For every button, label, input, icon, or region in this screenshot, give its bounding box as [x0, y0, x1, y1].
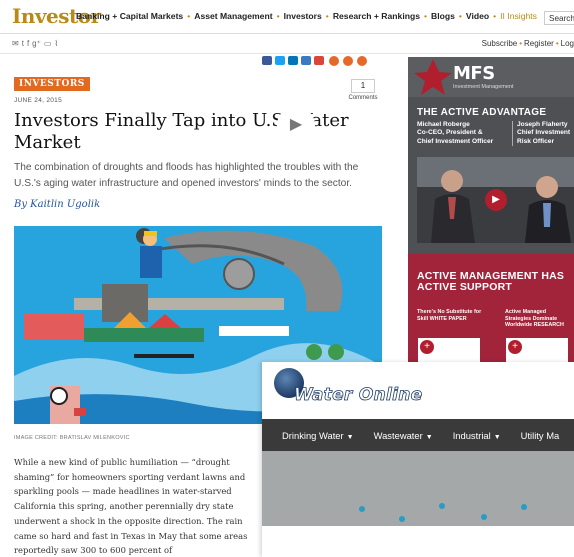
social-icons: ✉ t f g⁺ ▭ ⌇	[12, 39, 58, 48]
subscribe-link[interactable]: Subscribe	[482, 39, 518, 48]
comment-icon[interactable]: ▭	[44, 39, 52, 48]
nav-wastewater-label: Wastewater	[373, 429, 423, 441]
water-online-header: Water Online	[262, 362, 574, 414]
media-play-button[interactable]: ▶	[277, 106, 315, 144]
chevron-down-icon: ▼	[425, 433, 433, 441]
nav-separator: •	[458, 11, 462, 21]
water-online-logo[interactable]: Water Online	[294, 385, 423, 406]
comments-box[interactable]: 1 Comments	[348, 79, 378, 101]
nav-separator: •	[187, 11, 191, 21]
comments-label: Comments	[348, 95, 378, 101]
nav-wastewater[interactable]: Wastewater ▼	[374, 430, 433, 441]
person-1-name: Michael Roberge	[417, 121, 470, 128]
nav-industrial[interactable]: Industrial ▼	[453, 430, 501, 441]
nav-research[interactable]: Research + Rankings	[333, 11, 420, 21]
twitter-icon[interactable]: t	[22, 39, 24, 48]
auth-links: Subscribe • Register • Log	[482, 39, 574, 48]
nav-ii-insights[interactable]: II Insights	[500, 11, 537, 21]
plus-icon: +	[420, 340, 434, 354]
email-icon[interactable]: ✉	[12, 39, 19, 48]
rss-share-icon[interactable]	[357, 56, 367, 66]
article-body: While a new kind of public humiliation —…	[14, 457, 248, 556]
person-2-title-2: Risk Officer	[517, 137, 555, 145]
article-dek: The combination of droughts and floods h…	[14, 162, 359, 189]
reprint-icon[interactable]	[343, 56, 353, 66]
googleplus-icon[interactable]: g⁺	[32, 39, 41, 48]
facebook-icon[interactable]: f	[27, 39, 29, 48]
play-button[interactable]: ▶	[485, 189, 507, 211]
share-circles	[329, 56, 367, 66]
person-1: Michael Roberge Co-CEO, President & Chie…	[417, 121, 493, 146]
nav-drinking-water-label: Drinking Water	[282, 429, 344, 441]
sub-bar: ✉ t f g⁺ ▭ ⌇ Subscribe • Register • Log	[0, 34, 574, 54]
chevron-down-icon: ▼	[493, 433, 501, 441]
nav-blogs[interactable]: Blogs	[431, 11, 455, 21]
person-1-title-2: Chief Investment Officer	[417, 137, 494, 145]
twitter-share-icon[interactable]	[275, 56, 285, 65]
plus-icon: +	[508, 340, 522, 354]
nav-utility[interactable]: Utility Ma	[521, 430, 560, 441]
auth-separator: •	[519, 39, 523, 48]
share-buttons	[262, 56, 324, 65]
section-tag[interactable]: INVESTORS	[14, 77, 90, 91]
water-online-media[interactable]	[262, 451, 574, 526]
main-nav: Banking + Capital Markets • Asset Manage…	[76, 11, 537, 21]
nav-separator: •	[423, 11, 427, 21]
register-link[interactable]: Register	[524, 39, 554, 48]
water-pipes-image	[262, 451, 574, 526]
rss-icon[interactable]: ⌇	[54, 39, 58, 48]
chevron-down-icon: ▼	[346, 433, 354, 441]
ad-title: THE ACTIVE ADVANTAGE	[417, 107, 547, 118]
nav-video[interactable]: Video	[466, 11, 489, 21]
research-thumbnail[interactable]: +	[506, 338, 568, 362]
search-input[interactable]: Search	[544, 11, 574, 25]
mfs-ad[interactable]: MFS Investment Management THE ACTIVE ADV…	[408, 57, 574, 362]
nav-separator: •	[493, 11, 497, 21]
ad-column-2[interactable]: Active Managed Strategies Dominate World…	[505, 309, 571, 329]
image-credit: IMAGE CREDIT: BRATISLAV MILENKOVIC	[14, 435, 130, 441]
nav-investors[interactable]: Investors	[284, 11, 322, 21]
email-share-icon[interactable]	[301, 56, 311, 65]
mfs-logo: MFS	[453, 63, 495, 84]
login-link[interactable]: Log	[561, 39, 574, 48]
nav-separator: •	[276, 11, 280, 21]
print-icon[interactable]	[329, 56, 339, 66]
nav-industrial-label: Industrial	[452, 429, 491, 441]
water-online-window: Water Online Drinking Water ▼ Wastewater ▼…	[262, 362, 574, 557]
nav-drinking-water[interactable]: Drinking Water ▼	[282, 430, 354, 441]
mfs-star-icon	[414, 59, 452, 95]
ad-red-title: ACTIVE MANAGEMENT HAS ACTIVE SUPPORT	[417, 271, 564, 293]
mfs-logo-subtitle: Investment Management	[453, 84, 514, 90]
nav-separator: •	[325, 11, 329, 21]
ad-column-1[interactable]: There's No Substitute for Skill WHITE PA…	[417, 309, 485, 322]
nav-asset-management[interactable]: Asset Management	[194, 11, 272, 21]
linkedin-share-icon[interactable]	[288, 56, 298, 65]
google-share-icon[interactable]	[314, 56, 324, 65]
whitepaper-thumbnail[interactable]: +	[418, 338, 480, 362]
water-online-nav: Drinking Water ▼ Wastewater ▼ Industrial ▼ …	[262, 419, 574, 451]
person-1-title: Co-CEO, President &	[417, 129, 483, 137]
person-2: Joseph Flaherty Chief Investment Risk Of…	[512, 121, 571, 147]
article-date: JUNE 24, 2015	[14, 97, 62, 104]
comments-count: 1	[351, 79, 375, 93]
auth-separator: •	[555, 39, 559, 48]
facebook-share-icon[interactable]	[262, 56, 272, 65]
person-2-name: Joseph Flaherty	[517, 121, 568, 128]
nav-banking[interactable]: Banking + Capital Markets	[76, 11, 183, 21]
article-byline[interactable]: By Kaitlin Ugolik	[14, 199, 100, 210]
person-2-title: Chief Investment	[517, 129, 571, 137]
top-nav-bar: Investor Banking + Capital Markets • Ass…	[0, 0, 574, 34]
ad-red-title-line-2: ACTIVE SUPPORT	[417, 281, 512, 293]
